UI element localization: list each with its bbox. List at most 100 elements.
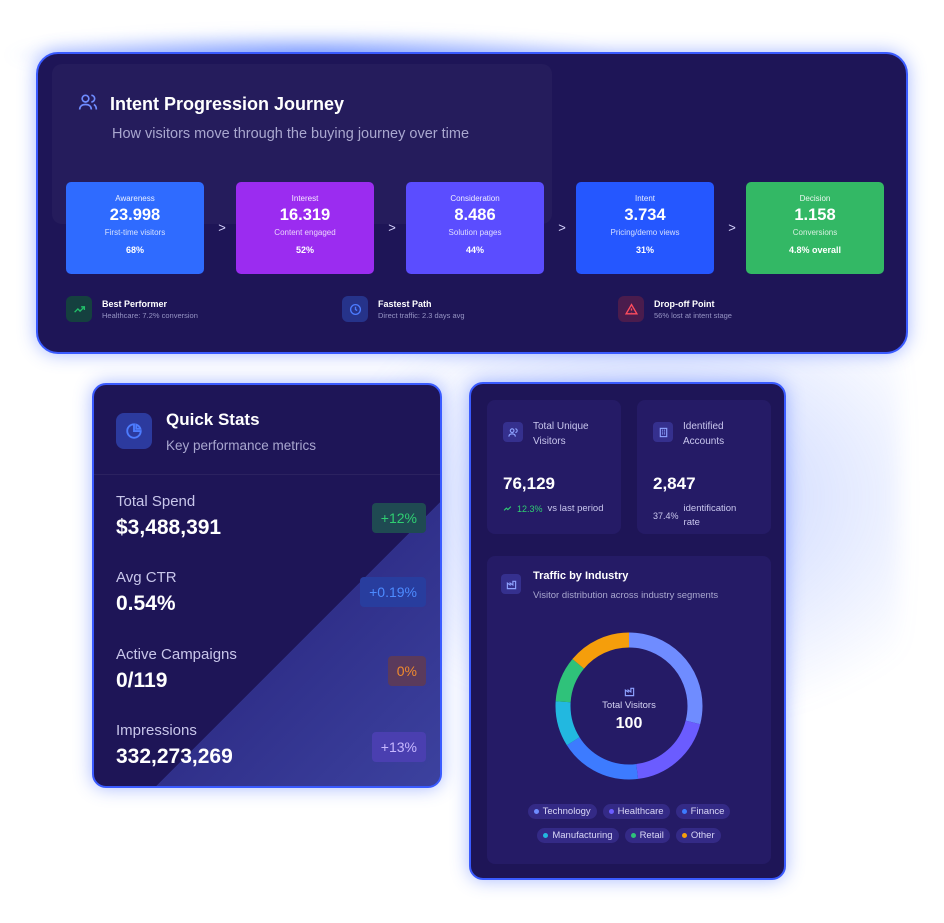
- users-icon: [503, 422, 523, 442]
- legend-item-healthcare[interactable]: Healthcare: [602, 804, 670, 819]
- trending-up-icon: [503, 504, 512, 515]
- stat-label: Active Campaigns: [116, 646, 237, 663]
- legend-item-other[interactable]: Other: [675, 828, 721, 843]
- users-icon: [78, 92, 98, 117]
- traffic-subtitle: Visitor distribution across industry seg…: [533, 590, 719, 601]
- quick-stats-card: Quick Stats Key performance metrics Tota…: [92, 383, 442, 788]
- legend-label: Manufacturing: [552, 830, 613, 841]
- legend-dot: [681, 833, 687, 838]
- stage-pct: 52%: [295, 245, 314, 255]
- stage-name: Decision: [799, 194, 831, 203]
- journey-subtitle: How visitors move through the buying jou…: [112, 126, 470, 142]
- stage-pct: 31%: [635, 245, 654, 255]
- stage-pct: 68%: [125, 245, 144, 255]
- trending-up-icon: [66, 296, 92, 322]
- chevron-right-icon: >: [388, 220, 396, 235]
- tile-title: Identified Accounts: [683, 421, 725, 447]
- intent-journey-card: Intent Progression Journey How visitors …: [36, 52, 908, 354]
- pie-chart-icon: [116, 413, 152, 449]
- stage-intent[interactable]: Intent 3.734 Pricing/demo views 31%: [576, 182, 714, 274]
- stage-pct: 4.8% overall: [788, 245, 842, 255]
- donut-center-label: Total Visitors: [602, 700, 656, 711]
- stage-desc: Conversions: [792, 228, 838, 237]
- quick-stats-subtitle: Key performance metrics: [166, 438, 317, 453]
- stage-interest[interactable]: Interest 16.319 Content engaged 52%: [236, 182, 374, 274]
- insight-detail: Healthcare: 7.2% conversion: [102, 310, 198, 320]
- stage-desc: First-time visitors: [104, 228, 166, 237]
- visitors-change: 12.3%: [517, 504, 543, 514]
- tile-value: 2,847: [653, 474, 696, 493]
- quick-stats-title: Quick Stats: [166, 410, 260, 429]
- stage-decision[interactable]: Decision 1.158 Conversions 4.8% overall: [746, 182, 884, 274]
- donut-center: Total Visitors 100: [553, 630, 705, 782]
- stage-name: Awareness: [115, 194, 155, 203]
- insight-best-performer: Best Performer Healthcare: 7.2% conversi…: [66, 296, 198, 322]
- legend-label: Technology: [542, 806, 591, 817]
- insight-detail: 56% lost at intent stage: [654, 310, 732, 320]
- stage-value: 23.998: [109, 206, 161, 224]
- stage-consideration[interactable]: Consideration 8.486 Solution pages 44%: [406, 182, 544, 274]
- accounts-rate: 37.4%: [653, 511, 679, 521]
- chevron-right-icon: >: [558, 220, 566, 235]
- journey-title: Intent Progression Journey: [110, 94, 345, 114]
- stage-value: 8.486: [454, 206, 496, 224]
- stage-desc: Solution pages: [448, 228, 502, 237]
- stage-awareness[interactable]: Awareness 23.998 First-time visitors 68%: [66, 182, 204, 274]
- stage-value: 16.319: [279, 206, 331, 224]
- legend-dot: [681, 809, 687, 814]
- chevron-right-icon: >: [728, 220, 736, 235]
- stat-change-badge: +12%: [371, 503, 426, 533]
- stage-pct: 44%: [465, 245, 484, 255]
- legend-item-manufacturing[interactable]: Manufacturing: [537, 828, 619, 843]
- insight-title: Best Performer: [102, 298, 168, 309]
- stat-active-campaigns: Active Campaigns 0/119 0%: [116, 646, 426, 706]
- stage-desc: Content engaged: [274, 228, 336, 237]
- legend-dot: [543, 833, 549, 838]
- legend-dot: [608, 809, 614, 814]
- stat-avg-ctr: Avg CTR 0.54% +0.19%: [116, 569, 426, 629]
- insight-drop-off: Drop-off Point 56% lost at intent stage: [618, 296, 732, 322]
- unique-visitors-tile: Total Unique Visitors 76,129 12.3% vs la…: [487, 400, 621, 534]
- insight-fastest-path: Fastest Path Direct traffic: 2.3 days av…: [342, 296, 465, 322]
- legend-item-technology[interactable]: Technology: [527, 804, 597, 819]
- stage-name: Intent: [634, 194, 655, 203]
- insight-title: Drop-off Point: [654, 298, 715, 309]
- stage-name: Interest: [291, 194, 319, 203]
- tile-value: 76,129: [503, 474, 555, 493]
- header-divider: [94, 474, 440, 475]
- stat-total-spend: Total Spend $3,488,391 +12%: [116, 493, 426, 553]
- legend-row-1: Technology Healthcare Finance: [487, 804, 771, 819]
- traffic-by-industry-panel: Traffic by Industry Visitor distribution…: [487, 556, 771, 864]
- stage-name: Consideration: [450, 194, 500, 203]
- legend-item-finance[interactable]: Finance: [675, 804, 731, 819]
- tile-footer: 12.3% vs last period: [503, 502, 610, 516]
- donut-center-value: 100: [615, 715, 643, 732]
- stage-value: 1.158: [794, 206, 836, 224]
- stat-value: 0/119: [116, 669, 168, 692]
- legend-row-2: Manufacturing Retail Other: [487, 828, 771, 843]
- legend-item-retail[interactable]: Retail: [624, 828, 670, 843]
- visitors-change-label: vs last period: [547, 503, 604, 514]
- accounts-rate-label: identification rate: [683, 503, 737, 528]
- stage-desc: Pricing/demo views: [610, 228, 680, 237]
- tile-title: Total Unique Visitors: [533, 421, 589, 447]
- legend-label: Finance: [690, 806, 725, 817]
- stat-impressions: Impressions 332,273,269 +13%: [116, 722, 426, 782]
- insight-detail: Direct traffic: 2.3 days avg: [378, 310, 465, 320]
- factory-icon: [553, 684, 705, 698]
- legend-label: Retail: [639, 830, 664, 841]
- journey-title-row: Intent Progression Journey: [78, 92, 344, 117]
- identified-accounts-tile: Identified Accounts 2,847 37.4% identifi…: [637, 400, 771, 534]
- chevron-right-icon: >: [218, 220, 226, 235]
- legend-label: Healthcare: [617, 806, 664, 817]
- legend-label: Other: [690, 830, 715, 841]
- factory-icon: [501, 574, 521, 594]
- stat-change-badge: 0%: [387, 656, 426, 686]
- building-icon: [653, 422, 673, 442]
- stat-change-badge: +0.19%: [360, 577, 426, 607]
- stat-change-badge: +13%: [371, 732, 426, 762]
- warning-icon: [618, 296, 644, 322]
- traffic-title: Traffic by Industry: [533, 570, 629, 582]
- legend-dot: [533, 809, 539, 814]
- stage-value: 3.734: [624, 206, 666, 224]
